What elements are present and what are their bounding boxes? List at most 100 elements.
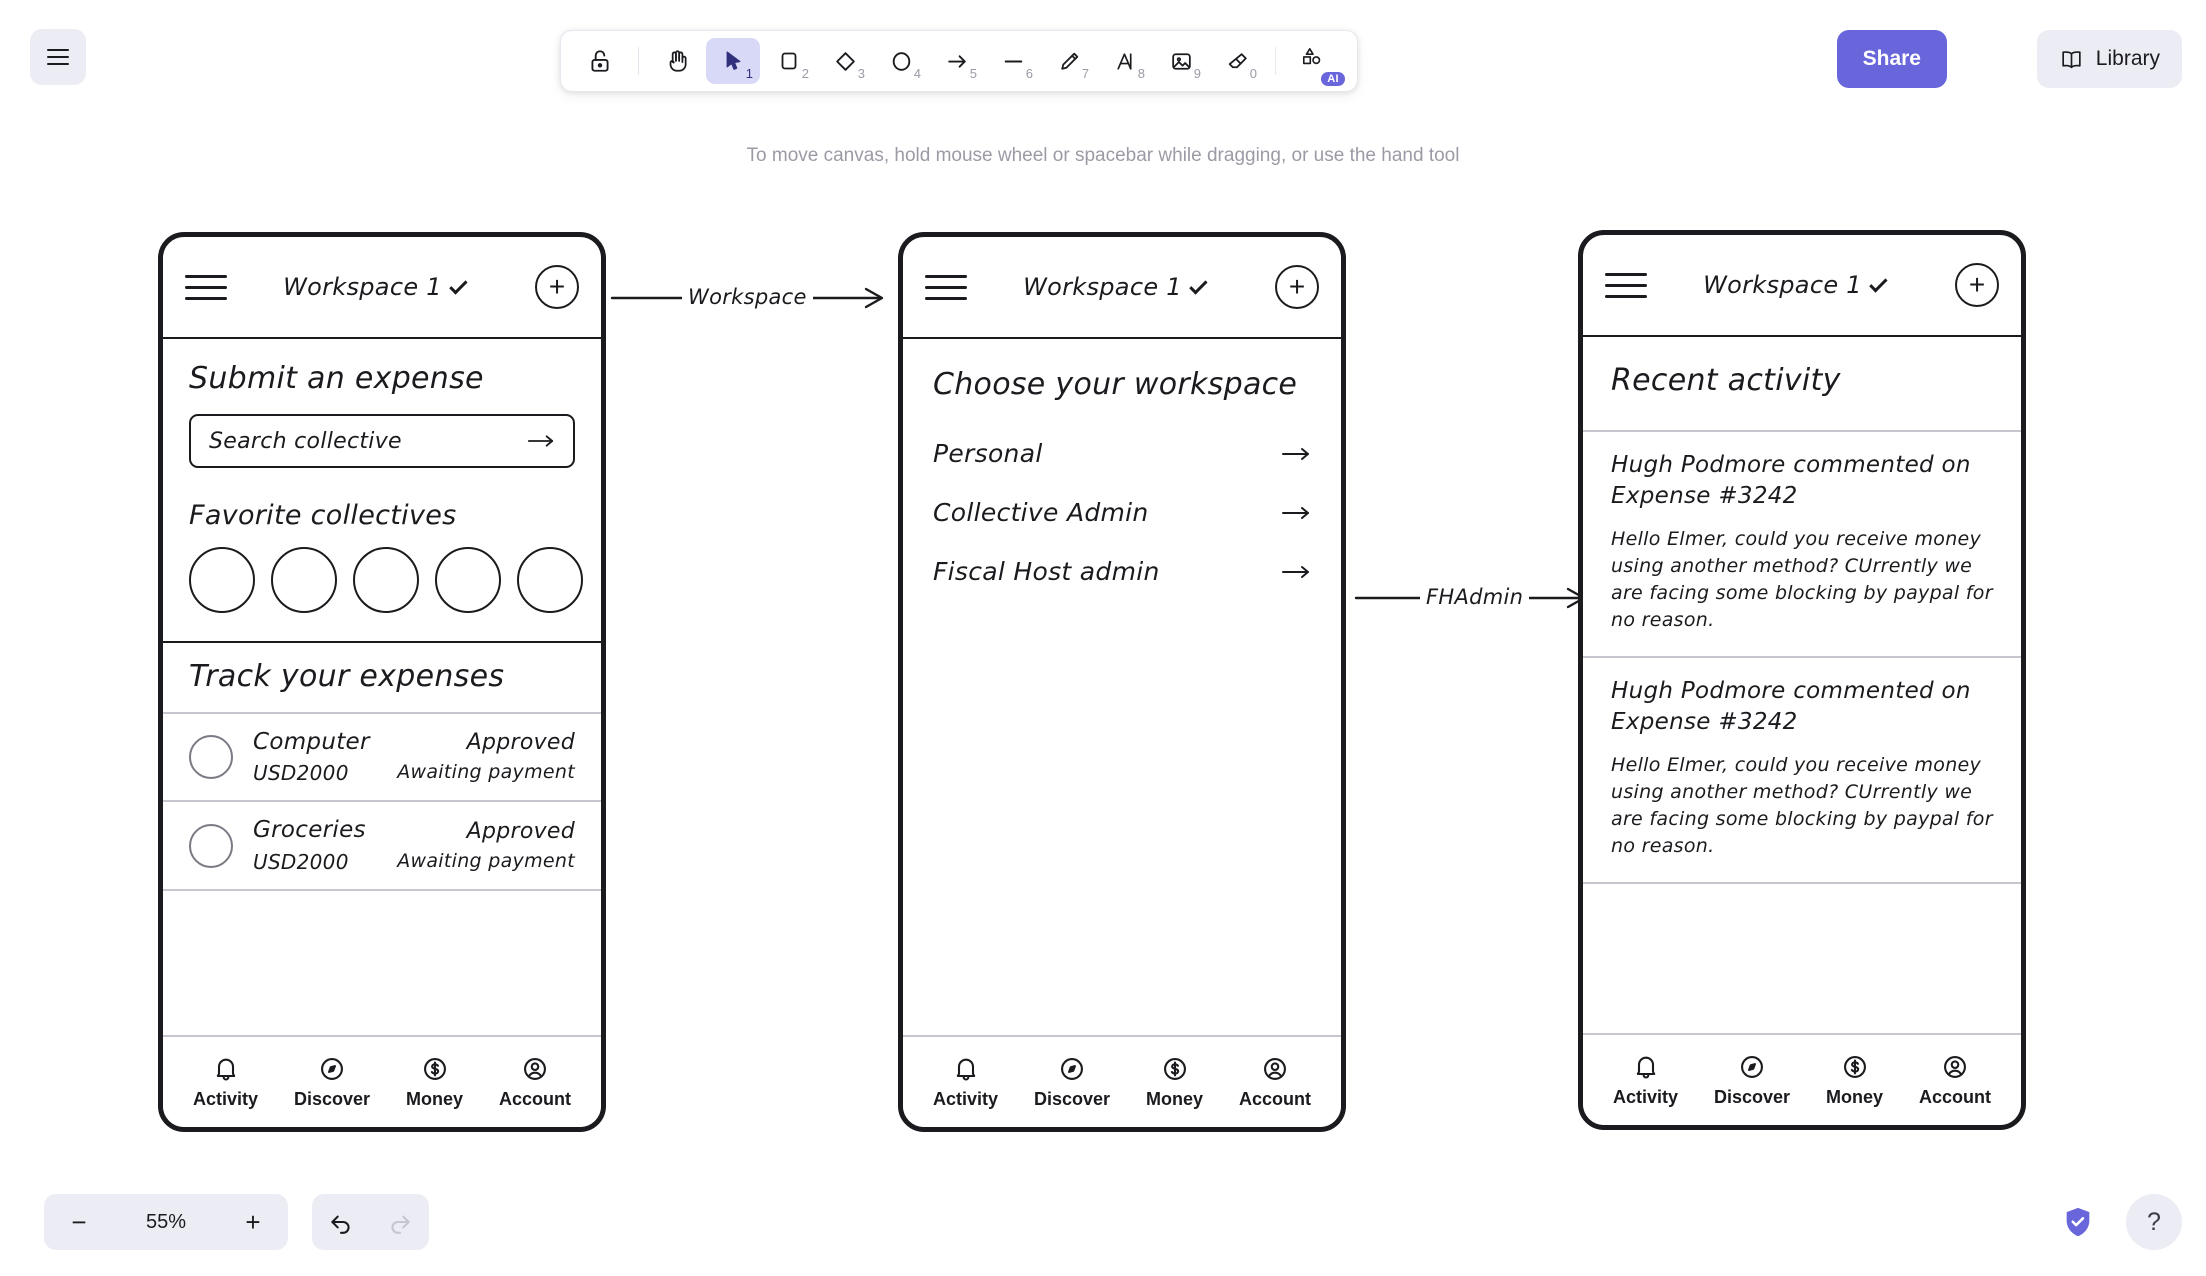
tool-lock[interactable] (573, 38, 627, 84)
tool-key-selection: 1 (745, 66, 753, 81)
phone3-workspace-switcher[interactable]: Workspace 1 (1637, 271, 1955, 299)
tool-arrow[interactable]: 5 (930, 38, 984, 84)
tool-ai-shapes[interactable]: AI (1287, 38, 1345, 86)
tool-eraser[interactable]: 0 (1210, 38, 1264, 84)
workspace-option-collective-admin[interactable]: Collective Admin (903, 483, 1341, 542)
tool-hand[interactable] (650, 38, 704, 84)
tool-line[interactable]: 6 (986, 38, 1040, 84)
tool-palette[interactable]: 1 2 3 4 5 6 7 8 9 0 AI (560, 30, 1358, 92)
workspace-option-fiscal-host-admin[interactable]: Fiscal Host admin (903, 542, 1341, 601)
collective-avatar[interactable] (517, 547, 583, 613)
zoom-in-button[interactable]: + (226, 1198, 280, 1246)
phone3-title: Recent activity (1611, 363, 1841, 398)
table-row[interactable]: Groceries USD2000 Approved Awaiting paym… (163, 802, 601, 891)
tab-label: Activity (1612, 1086, 1679, 1107)
collective-avatar[interactable] (435, 547, 501, 613)
tool-diamond[interactable]: 3 (818, 38, 872, 84)
dollar-icon (1843, 1055, 1866, 1078)
selection-icon (726, 50, 740, 70)
compass-icon (1741, 1055, 1763, 1078)
list-item[interactable]: Hugh Podmore commented on Expense #3242 … (1583, 658, 2021, 884)
expense-info: Groceries USD2000 (253, 814, 377, 876)
tab-activity[interactable]: Activity (1613, 1053, 1678, 1108)
tool-draw[interactable]: 7 (1042, 38, 1096, 84)
tab-activity[interactable]: Activity (933, 1055, 998, 1110)
phone1-workspace-switcher[interactable]: Workspace 1 (217, 273, 535, 301)
tab-discover[interactable]: Discover (1034, 1055, 1110, 1110)
phone1-header: Workspace 1 + (163, 237, 601, 339)
share-button[interactable]: Share (1836, 30, 1947, 88)
excalidraw-canvas[interactable]: 1 2 3 4 5 6 7 8 9 0 AI To move canvas, h… (0, 0, 2206, 1276)
tab-discover[interactable]: Discover (294, 1055, 370, 1110)
tab-label: Activity (932, 1088, 999, 1109)
arrow-icon (947, 54, 966, 68)
zoom-out-button[interactable]: − (52, 1198, 106, 1246)
phone2-tabbar[interactable]: Activity Discover Money Account (903, 1035, 1341, 1127)
encryption-status-button[interactable] (2050, 1194, 2106, 1250)
tab-money[interactable]: Money (1146, 1055, 1203, 1110)
diamond-icon (835, 51, 855, 71)
expense-status-group: Approved Awaiting payment (397, 727, 575, 786)
phone1-favorites-title: Favorite collectives (189, 500, 457, 531)
redo-button[interactable] (376, 1198, 424, 1246)
tool-selection[interactable]: 1 (706, 38, 760, 84)
expense-avatar (189, 823, 233, 868)
phone2-add-button[interactable]: + (1275, 265, 1319, 309)
search-collective-input[interactable]: Search collective (189, 414, 575, 468)
bell-icon (1636, 1056, 1655, 1079)
arrow-right-icon (1282, 565, 1309, 578)
phone2-workspace-switcher[interactable]: Workspace 1 (957, 273, 1275, 301)
history-controls[interactable] (312, 1194, 429, 1250)
undo-icon (331, 1215, 350, 1234)
library-button[interactable]: Library (2036, 30, 2182, 88)
pencil-icon (1060, 52, 1078, 70)
phone1-tabbar[interactable]: Activity Discover Money Account (163, 1035, 601, 1127)
phone3-tabbar[interactable]: Activity Discover Money Account (1583, 1033, 2021, 1125)
tab-account[interactable]: Account (1239, 1055, 1311, 1110)
arrow-right-icon (1282, 447, 1309, 460)
arrow-right-icon (527, 435, 554, 447)
tab-activity[interactable]: Activity (193, 1055, 258, 1110)
list-item[interactable]: Hugh Podmore commented on Expense #3242 … (1583, 432, 2021, 658)
tool-ellipse[interactable]: 4 (874, 38, 928, 84)
collective-avatar[interactable] (271, 547, 337, 613)
workspace-option-personal[interactable]: Personal (903, 424, 1341, 483)
expense-substatus: Awaiting payment (397, 761, 575, 784)
canvas-hint: To move canvas, hold mouse wheel or spac… (746, 145, 1460, 166)
tab-account[interactable]: Account (499, 1055, 571, 1110)
tab-account[interactable]: Account (1919, 1053, 1991, 1108)
hand-icon (669, 50, 687, 72)
tab-label: Activity (192, 1088, 259, 1109)
tab-discover[interactable]: Discover (1714, 1053, 1790, 1108)
workspace-option-label: Collective Admin (933, 498, 1149, 527)
help-button[interactable]: ? (2126, 1194, 2182, 1250)
share-label: Share (1862, 47, 1921, 70)
tab-money[interactable]: Money (406, 1055, 463, 1110)
expense-name: Computer (253, 729, 370, 755)
search-placeholder: Search collective (209, 428, 402, 454)
person-icon (524, 1057, 546, 1080)
phone1-add-button[interactable]: + (535, 265, 579, 309)
collective-avatar[interactable] (189, 547, 255, 613)
phone3-add-button[interactable]: + (1955, 263, 1999, 307)
tool-image[interactable]: 9 (1154, 38, 1208, 84)
tab-money[interactable]: Money (1826, 1053, 1883, 1108)
phone1-workspace-label: Workspace 1 (283, 273, 442, 301)
phone-mockup-3[interactable]: Workspace 1 + Recent activity Hugh Podmo… (1578, 230, 2026, 1130)
zoom-controls[interactable]: − 55% + (44, 1194, 288, 1250)
tool-text[interactable]: 8 (1098, 38, 1152, 84)
chevron-down-icon (449, 275, 468, 295)
tab-label: Money (406, 1088, 464, 1109)
zoom-level[interactable]: 55% (146, 1211, 186, 1234)
phone-mockup-2[interactable]: Workspace 1 + Choose your workspace Pers… (898, 232, 1346, 1132)
table-row[interactable]: Computer USD2000 Approved Awaiting payme… (163, 714, 601, 803)
main-menu-button[interactable] (30, 29, 86, 85)
phone1-track-title: Track your expenses (189, 659, 505, 694)
phone-mockup-1[interactable]: Workspace 1 + Submit an expense Search c… (158, 232, 606, 1132)
collective-avatar[interactable] (353, 547, 419, 613)
undo-button[interactable] (317, 1198, 365, 1246)
tool-key-draw: 7 (1081, 66, 1089, 81)
tab-label: Money (1146, 1088, 1204, 1109)
tool-rectangle[interactable]: 2 (762, 38, 816, 84)
toolbar-divider-2 (1275, 47, 1276, 75)
